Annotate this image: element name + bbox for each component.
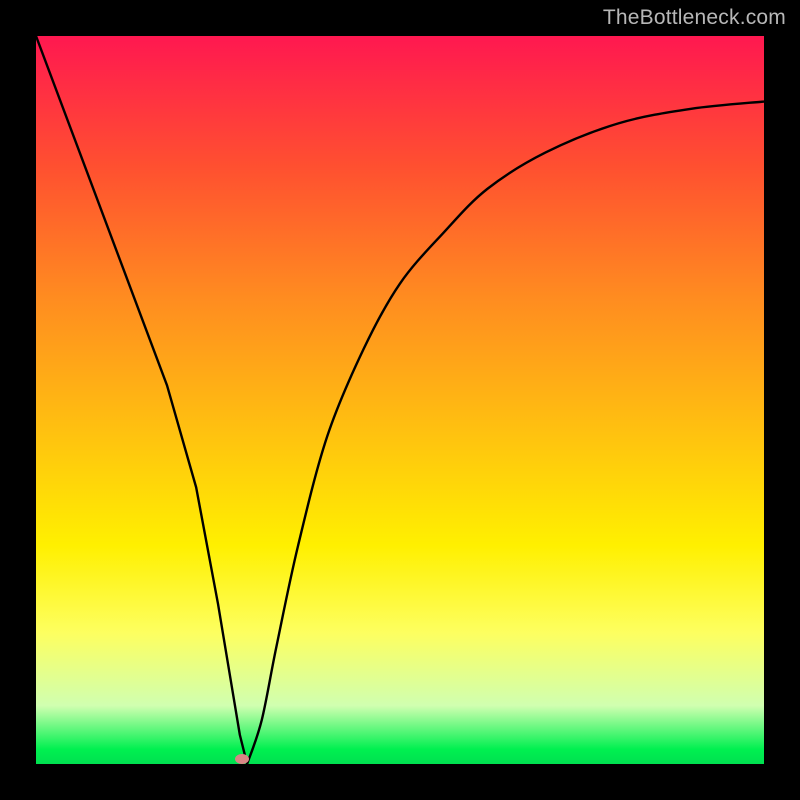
chart-frame: TheBottleneck.com: [0, 0, 800, 800]
minimum-marker: [235, 754, 249, 764]
watermark-label: TheBottleneck.com: [603, 6, 786, 30]
curve-path: [36, 36, 764, 764]
curve-svg: [36, 36, 764, 764]
plot-area: [36, 36, 764, 764]
